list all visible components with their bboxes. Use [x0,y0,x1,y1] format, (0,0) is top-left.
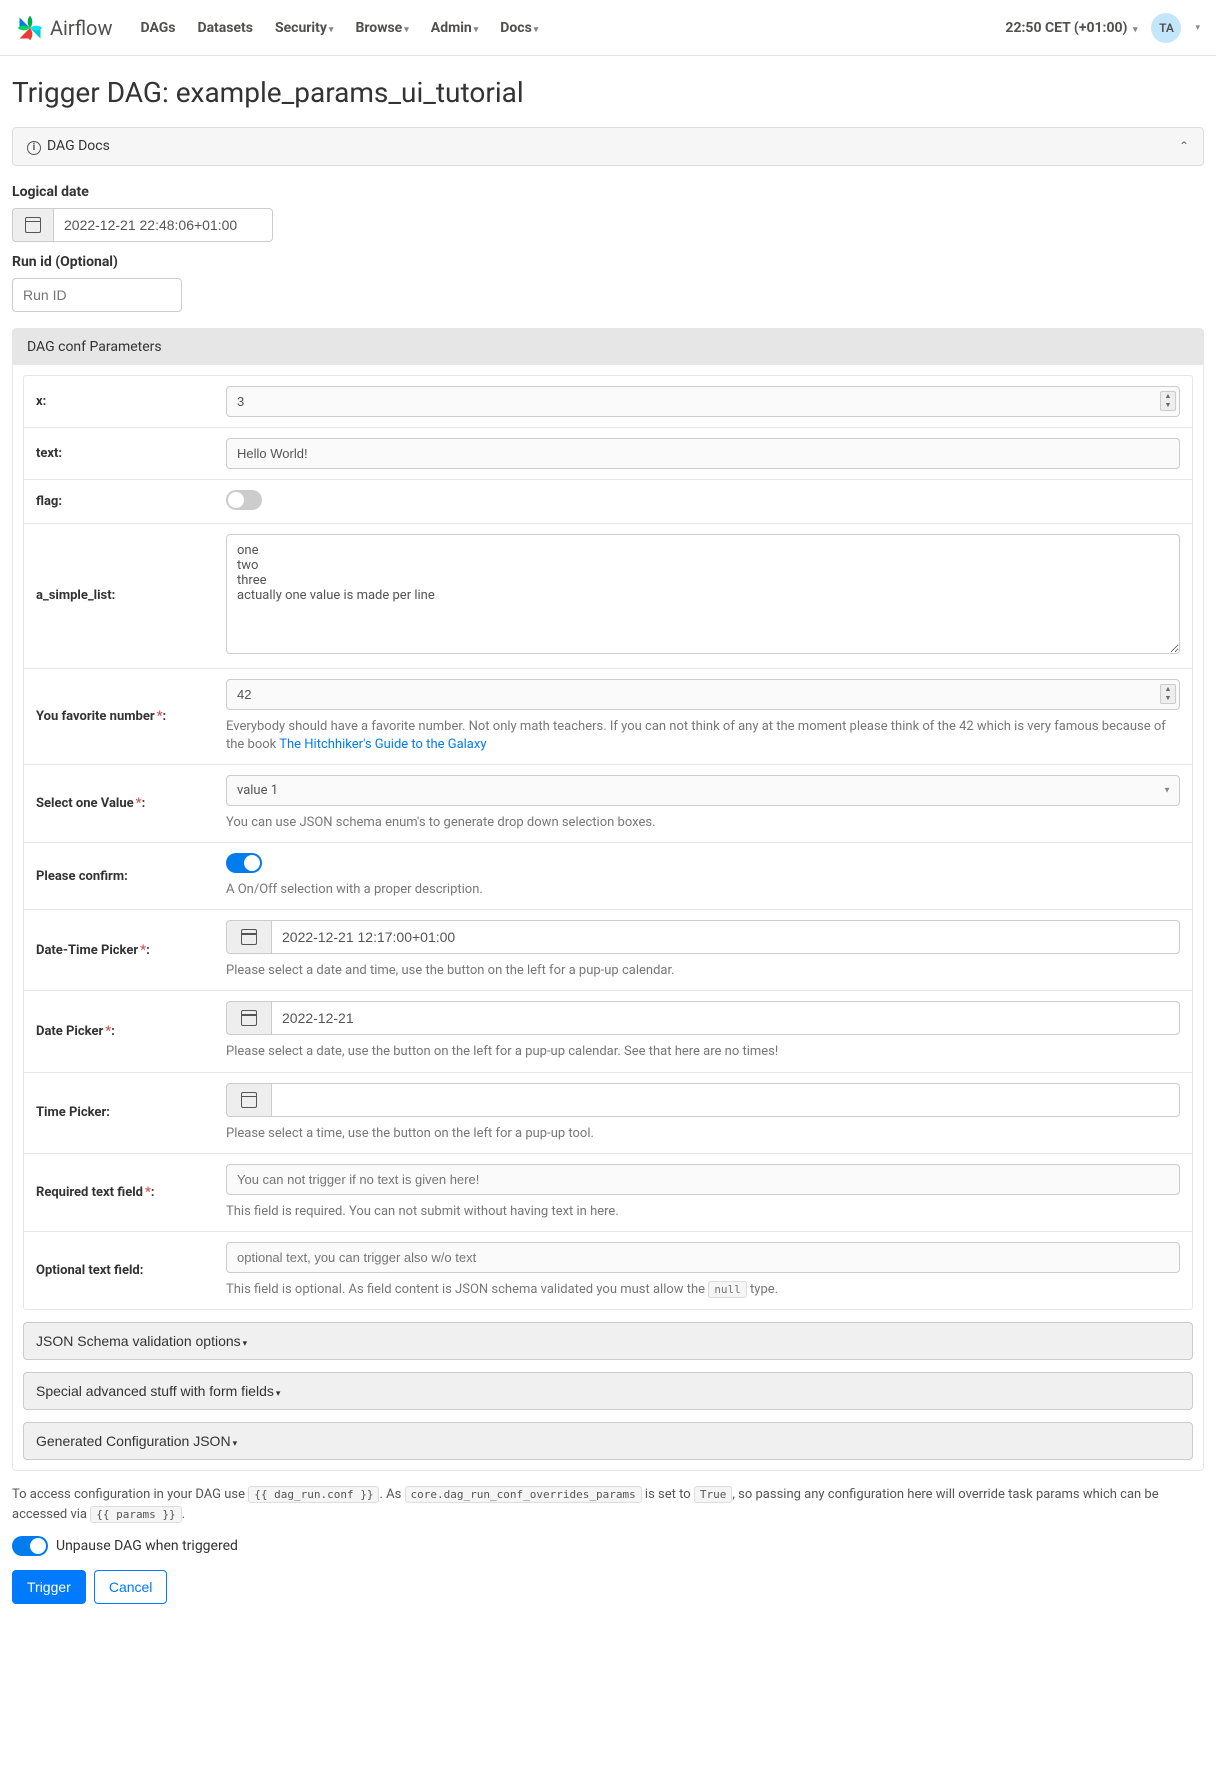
unpause-toggle[interactable] [12,1536,48,1556]
dag-docs-title: DAG Docs [47,138,110,154]
param-help-fav-number: Everybody should have a favorite number.… [226,718,1180,754]
calendar-button[interactable] [226,920,271,954]
param-input-time[interactable] [271,1083,1180,1117]
param-input-datetime[interactable] [271,920,1180,954]
bottom-help-text: To access configuration in your DAG use … [12,1485,1204,1524]
required-star: * [145,1185,151,1200]
param-toggle-flag[interactable] [226,490,262,510]
param-label-text: text: [24,428,214,479]
clock[interactable]: 22:50 CET (+01:00) ▾ [1005,20,1137,36]
param-help-required-text: This field is required. You can not subm… [226,1203,1180,1221]
dag-docs-toggle[interactable]: i DAG Docs ⌃ [13,128,1203,165]
hitchhiker-link[interactable]: The Hitchhiker's Guide to the Galaxy [279,737,486,752]
param-select-one[interactable]: value 1 ▼ [226,775,1180,806]
param-input-text[interactable] [226,438,1180,469]
section-json-schema[interactable]: JSON Schema validation options▾ [23,1322,1193,1360]
param-label-date: Date Picker *: [24,991,214,1071]
param-label-select-one: Select one Value *: [24,765,214,842]
logical-date-label: Logical date [12,184,1204,200]
param-label-confirm: Please confirm: [24,843,214,909]
chevron-down-icon: ▾ [474,25,479,35]
nav-admin[interactable]: Admin▾ [431,20,479,36]
required-star: * [140,943,146,958]
calendar-button[interactable] [226,1083,271,1117]
param-input-x[interactable] [226,386,1180,417]
trigger-button[interactable]: Trigger [12,1570,86,1604]
param-help-optional-text: This field is optional. As field content… [226,1281,1180,1299]
calendar-icon [25,217,41,233]
brand[interactable]: Airflow [16,14,112,42]
nav-browse[interactable]: Browse▾ [355,20,408,36]
chevron-down-icon: ▾ [534,25,539,35]
caret-down-icon: ▾ [276,1388,281,1398]
unpause-label: Unpause DAG when triggered [56,1538,238,1554]
navbar: Airflow DAGs Datasets Security▾ Browse▾ … [0,0,1216,56]
params-panel: DAG conf Parameters x: ▲▼ text: [12,328,1204,1472]
logical-date-input[interactable] [53,208,273,242]
param-help-confirm: A On/Off selection with a proper descrip… [226,881,1180,899]
param-label-required-text: Required text field *: [24,1154,214,1231]
unpause-row: Unpause DAG when triggered [12,1536,1204,1556]
caret-down-icon: ▾ [233,1438,238,1448]
nav-items: DAGs Datasets Security▾ Browse▾ Admin▾ D… [140,20,538,36]
nav-dags[interactable]: DAGs [140,20,175,36]
brand-text: Airflow [50,16,112,40]
chevron-down-icon: ▾ [1195,23,1200,33]
chevron-down-icon: ▾ [404,25,409,35]
avatar[interactable]: TA [1151,13,1181,43]
dag-docs-panel: i DAG Docs ⌃ [12,127,1204,166]
run-id-label: Run id (Optional) [12,254,1204,270]
param-label-simple-list: a_simple_list: [24,524,214,668]
number-spinner[interactable]: ▲▼ [1160,391,1176,411]
logical-date-group [12,208,1204,242]
required-star: * [136,796,142,811]
required-star: * [105,1024,111,1039]
param-label-x: x: [24,376,214,427]
param-label-datetime: Date-Time Picker *: [24,910,214,990]
run-id-input[interactable] [12,278,182,312]
param-label-optional-text: Optional text field: [24,1232,214,1309]
calendar-button[interactable] [12,208,53,242]
param-help-date: Please select a date, use the button on … [226,1043,1180,1061]
info-icon: i [27,141,41,155]
page-title: Trigger DAG: example_params_ui_tutorial [12,76,1204,109]
param-input-fav-number[interactable] [226,679,1180,710]
number-spinner[interactable]: ▲▼ [1160,684,1176,704]
nav-datasets[interactable]: Datasets [197,20,253,36]
section-advanced[interactable]: Special advanced stuff with form fields▾ [23,1372,1193,1410]
calendar-icon [241,1092,257,1108]
airflow-logo-icon [16,14,44,42]
calendar-icon [241,929,257,945]
param-input-required-text[interactable] [226,1164,1180,1195]
section-generated-json[interactable]: Generated Configuration JSON▾ [23,1422,1193,1460]
param-toggle-confirm[interactable] [226,853,262,873]
nav-security[interactable]: Security▾ [275,20,333,36]
calendar-icon [241,1010,257,1026]
chevron-up-icon: ⌃ [1179,139,1189,153]
param-help-datetime: Please select a date and time, use the b… [226,962,1180,980]
chevron-down-icon: ▾ [329,25,334,35]
chevron-down-icon: ▼ [1163,786,1171,795]
param-label-fav-number: You favorite number *: [24,669,214,764]
param-help-select-one: You can use JSON schema enum's to genera… [226,814,1180,832]
param-label-flag: flag: [24,480,214,523]
chevron-down-icon: ▾ [1133,25,1138,35]
param-textarea-simple-list[interactable] [226,534,1180,654]
calendar-button[interactable] [226,1001,271,1035]
param-input-optional-text[interactable] [226,1242,1180,1273]
param-help-time: Please select a time, use the button on … [226,1125,1180,1143]
param-label-time: Time Picker: [24,1073,214,1153]
params-panel-header: DAG conf Parameters [13,329,1203,365]
nav-docs[interactable]: Docs▾ [500,20,538,36]
required-star: * [157,709,163,724]
caret-down-icon: ▾ [243,1338,248,1348]
cancel-button[interactable]: Cancel [94,1570,168,1604]
param-input-date[interactable] [271,1001,1180,1035]
